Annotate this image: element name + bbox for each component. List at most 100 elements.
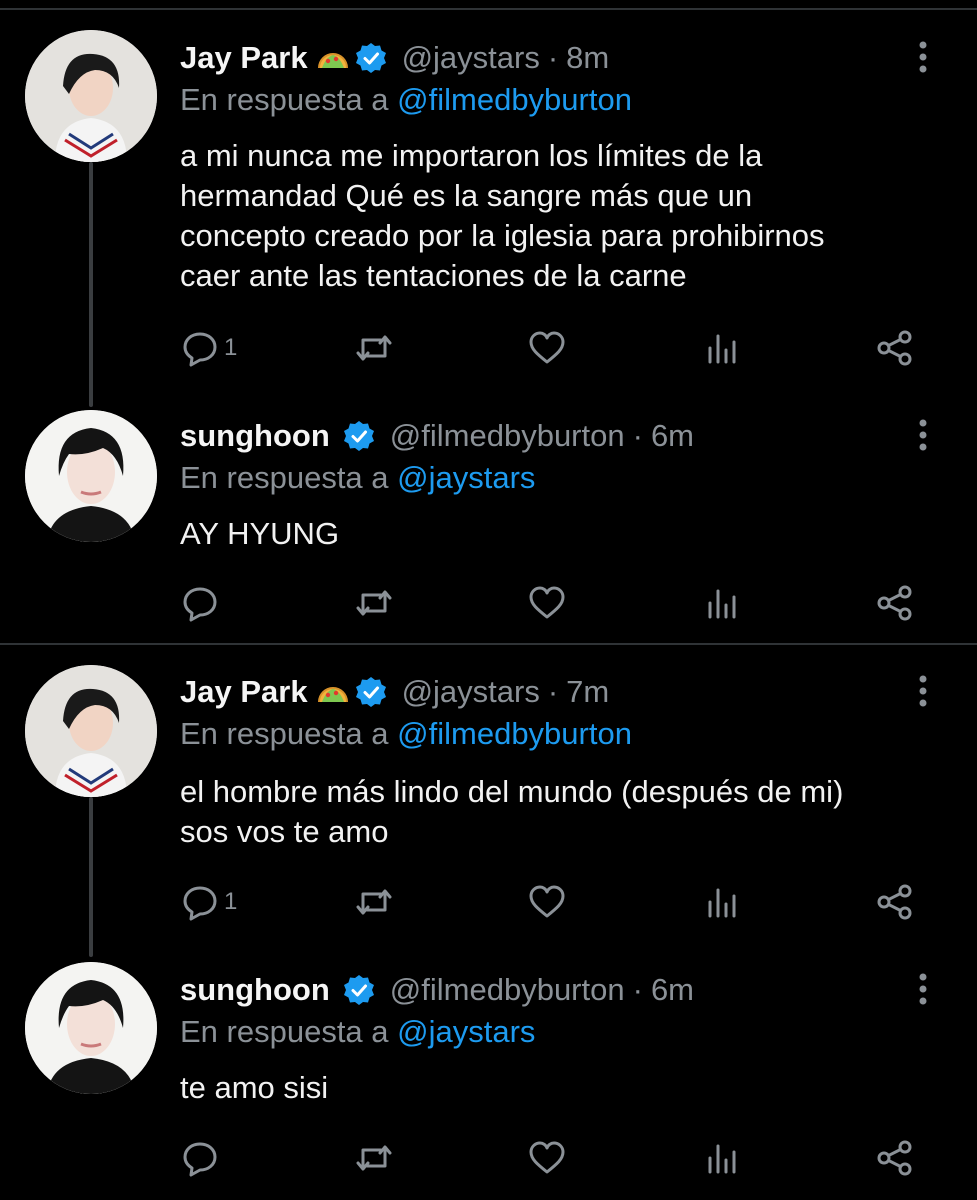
avatar[interactable]: [25, 665, 157, 797]
handle[interactable]: @filmedbyburton: [390, 418, 625, 454]
tweet-text-line: te amo sisi: [180, 1070, 329, 1105]
reply-icon: [183, 587, 217, 622]
share-icon: [877, 330, 912, 366]
reply-icon: [183, 332, 217, 367]
retweet-icon: [356, 889, 392, 915]
avatar[interactable]: [25, 410, 157, 542]
analytics-icon: [708, 1144, 736, 1174]
share-button[interactable]: [875, 882, 915, 922]
like-icon: [529, 331, 565, 364]
timestamp[interactable]: 6m: [651, 972, 694, 1008]
reply-context: En respuesta a @jaystars: [180, 460, 535, 496]
avatar[interactable]: [25, 962, 157, 1094]
share-button[interactable]: [875, 583, 915, 623]
handle[interactable]: @jaystars: [402, 40, 540, 76]
more-options-icon[interactable]: [915, 972, 931, 1006]
verified-icon: [354, 41, 388, 75]
display-name[interactable]: sunghoon: [180, 972, 330, 1008]
separator-dot: ·: [632, 418, 643, 453]
analytics-icon: [708, 888, 736, 918]
taco-emoji: [316, 41, 350, 75]
thread-line: [89, 797, 93, 957]
verified-icon: [354, 675, 388, 709]
retweet-button[interactable]: [354, 583, 394, 623]
tweet-text-line: caer ante las tentaciones de la carne: [180, 258, 687, 293]
reply-icon: [183, 1142, 217, 1177]
more-options-icon[interactable]: [915, 418, 931, 452]
retweet-button[interactable]: [354, 882, 394, 922]
analytics-icon: [708, 589, 736, 619]
tweet-text-line: hermandad Qué es la sangre más que un: [180, 178, 753, 213]
share-icon: [877, 884, 912, 920]
avatar[interactable]: [25, 30, 157, 162]
analytics-icon: [708, 334, 736, 364]
display-name[interactable]: sunghoon: [180, 418, 330, 454]
timestamp[interactable]: 8m: [566, 40, 609, 76]
tweet-text: a mi nunca me importaron los límites de …: [180, 136, 950, 296]
reply-context: En respuesta a @filmedbyburton: [180, 716, 632, 752]
reply-count: 1: [224, 334, 238, 361]
mention-link[interactable]: @filmedbyburton: [397, 716, 632, 751]
timestamp[interactable]: 7m: [566, 674, 609, 710]
share-button[interactable]: [875, 328, 915, 368]
share-button[interactable]: [875, 1138, 915, 1178]
top-divider: [0, 8, 977, 10]
like-icon: [529, 1141, 565, 1174]
separator-dot: ·: [547, 40, 559, 75]
like-button[interactable]: [527, 882, 567, 922]
handle[interactable]: @jaystars: [402, 674, 540, 710]
reply-button[interactable]: 1: [180, 882, 237, 922]
reply-context: En respuesta a @filmedbyburton: [180, 82, 632, 118]
analytics-button[interactable]: [702, 583, 742, 623]
tweet-text-line: a mi nunca me importaron los límites de …: [180, 138, 763, 173]
analytics-button[interactable]: [702, 1138, 742, 1178]
verified-icon: [342, 419, 376, 453]
mention-link[interactable]: @jaystars: [397, 460, 535, 495]
tweet-text-line: sos vos te amo: [180, 814, 389, 849]
reply-count: 1: [224, 888, 238, 915]
mention-link[interactable]: @jaystars: [397, 1014, 535, 1049]
more-options-icon[interactable]: [915, 40, 931, 74]
retweet-icon: [356, 590, 392, 616]
taco-emoji: [316, 675, 350, 709]
reply-button[interactable]: 1: [180, 328, 237, 368]
tweet-text-line: el hombre más lindo del mundo (después d…: [180, 774, 844, 809]
reply-button[interactable]: [180, 583, 224, 623]
like-icon: [529, 885, 565, 918]
timestamp[interactable]: 6m: [651, 418, 694, 454]
more-options-icon[interactable]: [915, 674, 931, 708]
reply-prefix: En respuesta a: [180, 82, 389, 117]
analytics-button[interactable]: [702, 882, 742, 922]
conversation-divider: [0, 643, 977, 645]
reply-prefix: En respuesta a: [180, 716, 389, 751]
tweet-text-line: AY HYUNG: [180, 516, 340, 551]
analytics-button[interactable]: [702, 328, 742, 368]
like-button[interactable]: [527, 583, 567, 623]
verified-icon: [342, 973, 376, 1007]
retweet-button[interactable]: [354, 328, 394, 368]
like-button[interactable]: [527, 1138, 567, 1178]
tweet-text: AY HYUNG: [180, 514, 950, 554]
like-button[interactable]: [527, 328, 567, 368]
display-name[interactable]: Jay Park: [180, 674, 308, 710]
avatar-image: [25, 665, 157, 797]
reply-button[interactable]: [180, 1138, 224, 1178]
share-icon: [877, 585, 912, 621]
separator-dot: ·: [547, 674, 559, 709]
tweet-text: el hombre más lindo del mundo (después d…: [180, 772, 950, 852]
mention-link[interactable]: @filmedbyburton: [397, 82, 632, 117]
retweet-button[interactable]: [354, 1138, 394, 1178]
reply-context: En respuesta a @jaystars: [180, 1014, 535, 1050]
tweet-text: te amo sisi: [180, 1068, 950, 1108]
avatar-image: [25, 30, 157, 162]
handle[interactable]: @filmedbyburton: [390, 972, 625, 1008]
separator-dot: ·: [632, 972, 643, 1007]
tweet-text-line: concepto creado por la iglesia para proh…: [180, 218, 825, 253]
reply-prefix: En respuesta a: [180, 1014, 389, 1049]
share-icon: [877, 1140, 912, 1176]
avatar-image: [25, 962, 157, 1094]
retweet-icon: [356, 1145, 392, 1171]
display-name[interactable]: Jay Park: [180, 40, 308, 76]
reply-prefix: En respuesta a: [180, 460, 389, 495]
retweet-icon: [356, 335, 392, 361]
